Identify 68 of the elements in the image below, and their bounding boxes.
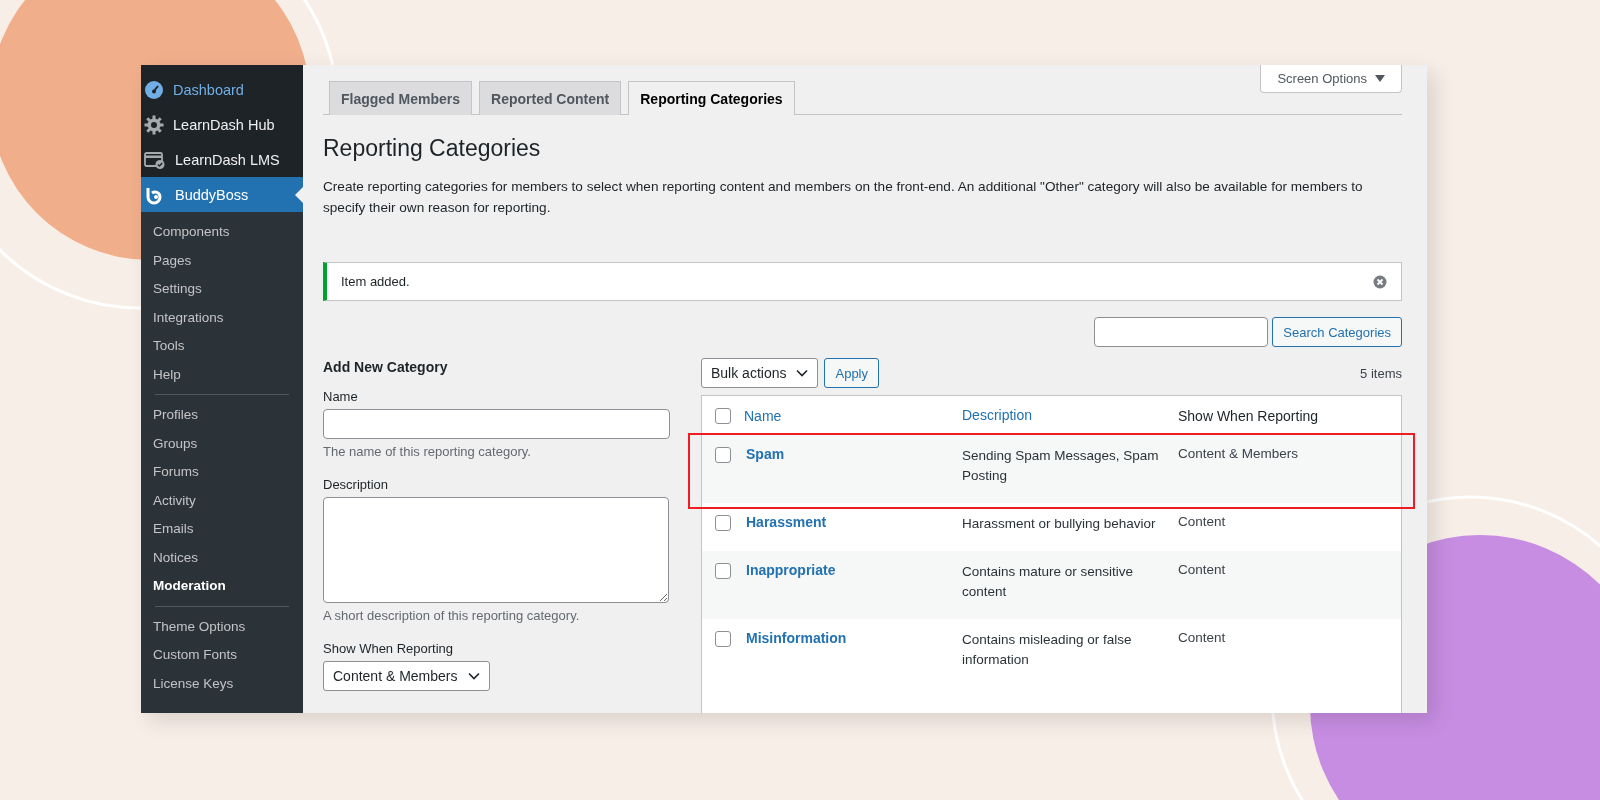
- screen-options-button[interactable]: Screen Options: [1260, 65, 1402, 93]
- submenu-item[interactable]: License Keys: [141, 669, 303, 698]
- checkbox[interactable]: [715, 515, 731, 531]
- sidebar-item[interactable]: Dashboard: [141, 72, 303, 107]
- submenu-item[interactable]: Components: [141, 218, 303, 247]
- search-button[interactable]: Search Categories: [1272, 317, 1402, 347]
- form-heading: Add New Category: [323, 359, 449, 375]
- tab[interactable]: Reporting Categories: [628, 81, 795, 115]
- submenu-item[interactable]: Notices: [141, 543, 303, 572]
- table-cell: Contains misleading or false information: [962, 632, 1132, 667]
- field-label: Name: [323, 389, 359, 404]
- item-count: 5 items: [1360, 365, 1402, 381]
- submenu-item[interactable]: Settings: [141, 275, 303, 304]
- caret-icon: [796, 369, 809, 377]
- caret-icon: [467, 672, 480, 680]
- gauge-icon: [144, 79, 164, 100]
- column-header: Show When Reporting: [1178, 407, 1319, 424]
- submenu-item[interactable]: Activity: [141, 486, 303, 515]
- category-name-link[interactable]: Harassment: [746, 514, 827, 530]
- tab[interactable]: Reported Content: [479, 81, 622, 115]
- bulk-actions-dropdown[interactable]: Bulk actions: [701, 358, 819, 388]
- submenu-item[interactable]: Theme Options: [141, 612, 303, 641]
- table-cell: Content: [1178, 514, 1226, 529]
- submenu-item[interactable]: Pages: [141, 246, 303, 275]
- field-hint: The name of this reporting category.: [323, 444, 532, 459]
- apply-button[interactable]: Apply: [824, 358, 879, 388]
- submenu-item[interactable]: Emails: [141, 515, 303, 544]
- category-name-link[interactable]: Spam: [746, 446, 785, 462]
- category-name-link[interactable]: Misinformation: [746, 630, 847, 646]
- checkbox[interactable]: [715, 563, 731, 579]
- card-check-icon: [144, 149, 166, 170]
- table-cell: Content: [1178, 562, 1226, 577]
- table-cell: Content & Members: [1178, 446, 1299, 461]
- triangle-down-icon: [1375, 74, 1385, 83]
- sidebar-item[interactable]: LearnDash Hub: [141, 107, 303, 142]
- table-cell: Content: [1178, 630, 1226, 645]
- submenu-item[interactable]: Groups: [141, 429, 303, 458]
- field-label: Show When Reporting: [323, 641, 455, 656]
- column-header[interactable]: Name: [744, 407, 782, 424]
- submenu-item[interactable]: Custom Fonts: [141, 641, 303, 670]
- page-title: Reporting Categories: [323, 135, 542, 162]
- reporting-dropdown[interactable]: Content & Members: [323, 661, 490, 691]
- table-cell: Harassment or bullying behavior: [962, 516, 1156, 531]
- submenu-item[interactable]: Integrations: [141, 303, 303, 332]
- checkbox[interactable]: [715, 447, 731, 463]
- submenu-item[interactable]: Help: [141, 360, 303, 389]
- field-label: Description: [323, 477, 390, 492]
- page-description: Create reporting categories for members to select when reporting content and members on the front-end. An additional "Other" category will also be available for members to specify their own reason for reporting.: [323, 178, 1364, 217]
- field-hint: A short description of this reporting category.: [323, 608, 581, 623]
- sidebar-item[interactable]: LearnDash LMS: [141, 142, 303, 177]
- submenu-item[interactable]: Tools: [141, 332, 303, 361]
- table-cell: Contains mature or sensitive content: [962, 564, 1134, 599]
- description-text-area[interactable]: [323, 497, 669, 603]
- sidebar-item[interactable]: BuddyBoss: [141, 177, 303, 212]
- dismiss-icon[interactable]: [1373, 274, 1387, 289]
- checkbox[interactable]: [715, 407, 731, 424]
- gear-icon: [144, 114, 164, 135]
- table-cell: Sending Spam Messages, Spam Posting: [962, 448, 1159, 483]
- submenu-item[interactable]: Profiles: [141, 401, 303, 430]
- submenu-item[interactable]: Moderation: [141, 572, 303, 601]
- tab[interactable]: Flagged Members: [329, 81, 473, 115]
- search-input-field[interactable]: [1094, 317, 1269, 347]
- name-input-field[interactable]: [323, 409, 670, 439]
- checkbox[interactable]: [715, 631, 731, 647]
- category-name-link[interactable]: Inappropriate: [746, 562, 836, 578]
- notice-text: Item added.: [341, 274, 410, 289]
- submenu-item[interactable]: Forums: [141, 458, 303, 487]
- column-header[interactable]: Description: [962, 407, 1033, 423]
